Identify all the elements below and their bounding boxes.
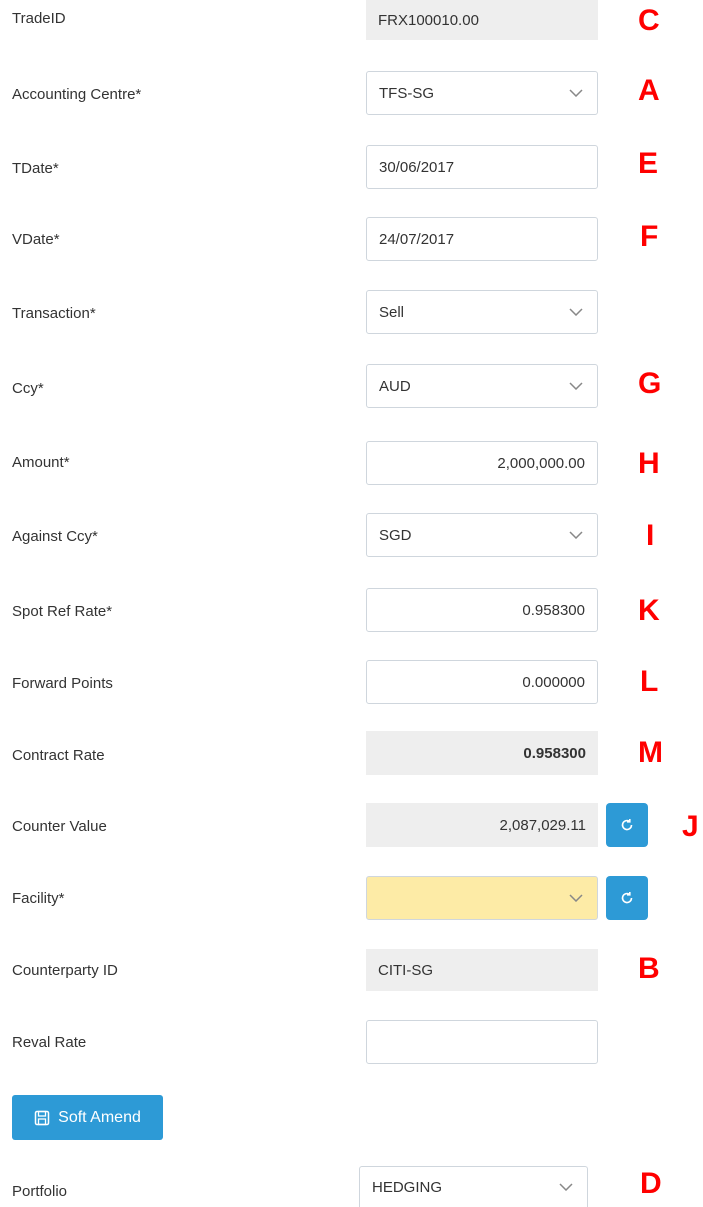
facility-select[interactable]: [366, 876, 598, 920]
marker-d: D: [640, 1167, 662, 1200]
marker-g: G: [638, 367, 662, 400]
spot-ref-rate-input[interactable]: 0.958300: [366, 588, 598, 632]
transaction-select[interactable]: Sell: [366, 290, 598, 334]
trade-id-value: FRX100010.00: [378, 11, 479, 29]
counter-value-label: Counter Value: [12, 818, 107, 835]
chevron-down-icon: [567, 303, 585, 321]
amount-label: Amount*: [12, 454, 70, 471]
portfolio-select[interactable]: HEDGING: [359, 1166, 588, 1207]
counter-value-value: 2,087,029.11: [499, 816, 586, 834]
tdate-value: 30/06/2017: [379, 158, 455, 176]
forward-points-label: Forward Points: [12, 675, 113, 692]
transaction-label: Transaction*: [12, 305, 96, 322]
vdate-label: VDate*: [12, 231, 60, 248]
against-ccy-label: Against Ccy*: [12, 528, 98, 545]
marker-h: H: [638, 447, 660, 480]
spot-ref-rate-label: Spot Ref Rate*: [12, 603, 113, 620]
save-icon: [34, 1110, 50, 1125]
counterparty-id-field: CITI-SG: [366, 949, 598, 991]
refresh-icon: [621, 892, 633, 904]
trade-id-label: TradeID: [12, 10, 66, 27]
soft-amend-label: Soft Amend: [58, 1108, 141, 1126]
forward-points-value: 0.000000: [522, 673, 585, 691]
facility-label: Facility*: [12, 890, 65, 907]
counterparty-id-value: CITI-SG: [378, 961, 433, 979]
marker-b: B: [638, 952, 660, 985]
reval-rate-input[interactable]: [366, 1020, 598, 1064]
chevron-down-icon: [567, 84, 585, 102]
contract-rate-value: 0.958300: [523, 744, 586, 762]
facility-refresh-button[interactable]: [606, 876, 648, 920]
accounting-centre-select[interactable]: TFS-SG: [366, 71, 598, 115]
against-ccy-select[interactable]: SGD: [366, 513, 598, 557]
against-ccy-value: SGD: [379, 526, 412, 544]
marker-l: L: [640, 665, 659, 698]
vdate-input[interactable]: 24/07/2017: [366, 217, 598, 261]
forward-points-input[interactable]: 0.000000: [366, 660, 598, 704]
chevron-down-icon: [557, 1178, 575, 1196]
marker-i: I: [646, 519, 655, 552]
marker-e: E: [638, 147, 659, 180]
reval-rate-label: Reval Rate: [12, 1034, 87, 1051]
marker-k: K: [638, 594, 660, 627]
counter-value-refresh-button[interactable]: [606, 803, 648, 847]
amount-input[interactable]: 2,000,000.00: [366, 441, 598, 485]
trade-id-field: FRX100010.00: [366, 0, 598, 40]
contract-rate-label: Contract Rate: [12, 747, 105, 764]
tdate-input[interactable]: 30/06/2017: [366, 145, 598, 189]
marker-j: J: [682, 810, 699, 843]
accounting-centre-label: Accounting Centre*: [12, 86, 142, 103]
amount-value: 2,000,000.00: [497, 454, 585, 472]
vdate-value: 24/07/2017: [379, 230, 455, 248]
portfolio-value: HEDGING: [372, 1178, 443, 1196]
ccy-select[interactable]: AUD: [366, 364, 598, 408]
counterparty-id-label: Counterparty ID: [12, 962, 118, 979]
chevron-down-icon: [567, 526, 585, 544]
accounting-centre-value: TFS-SG: [379, 84, 434, 102]
ccy-value: AUD: [379, 377, 411, 395]
portfolio-label: Portfolio: [12, 1183, 68, 1200]
transaction-value: Sell: [379, 303, 405, 321]
marker-m: M: [638, 736, 663, 769]
marker-a: A: [638, 74, 660, 107]
ccy-label: Ccy*: [12, 380, 44, 397]
counter-value-field: 2,087,029.11: [366, 803, 598, 847]
contract-rate-field: 0.958300: [366, 731, 598, 775]
chevron-down-icon: [567, 377, 585, 395]
refresh-icon: [621, 819, 633, 831]
tdate-label: TDate*: [12, 160, 59, 177]
chevron-down-icon: [567, 889, 585, 907]
soft-amend-button[interactable]: Soft Amend: [12, 1095, 163, 1140]
marker-f: F: [640, 220, 659, 253]
spot-ref-rate-value: 0.958300: [522, 601, 585, 619]
marker-c: C: [638, 4, 660, 37]
